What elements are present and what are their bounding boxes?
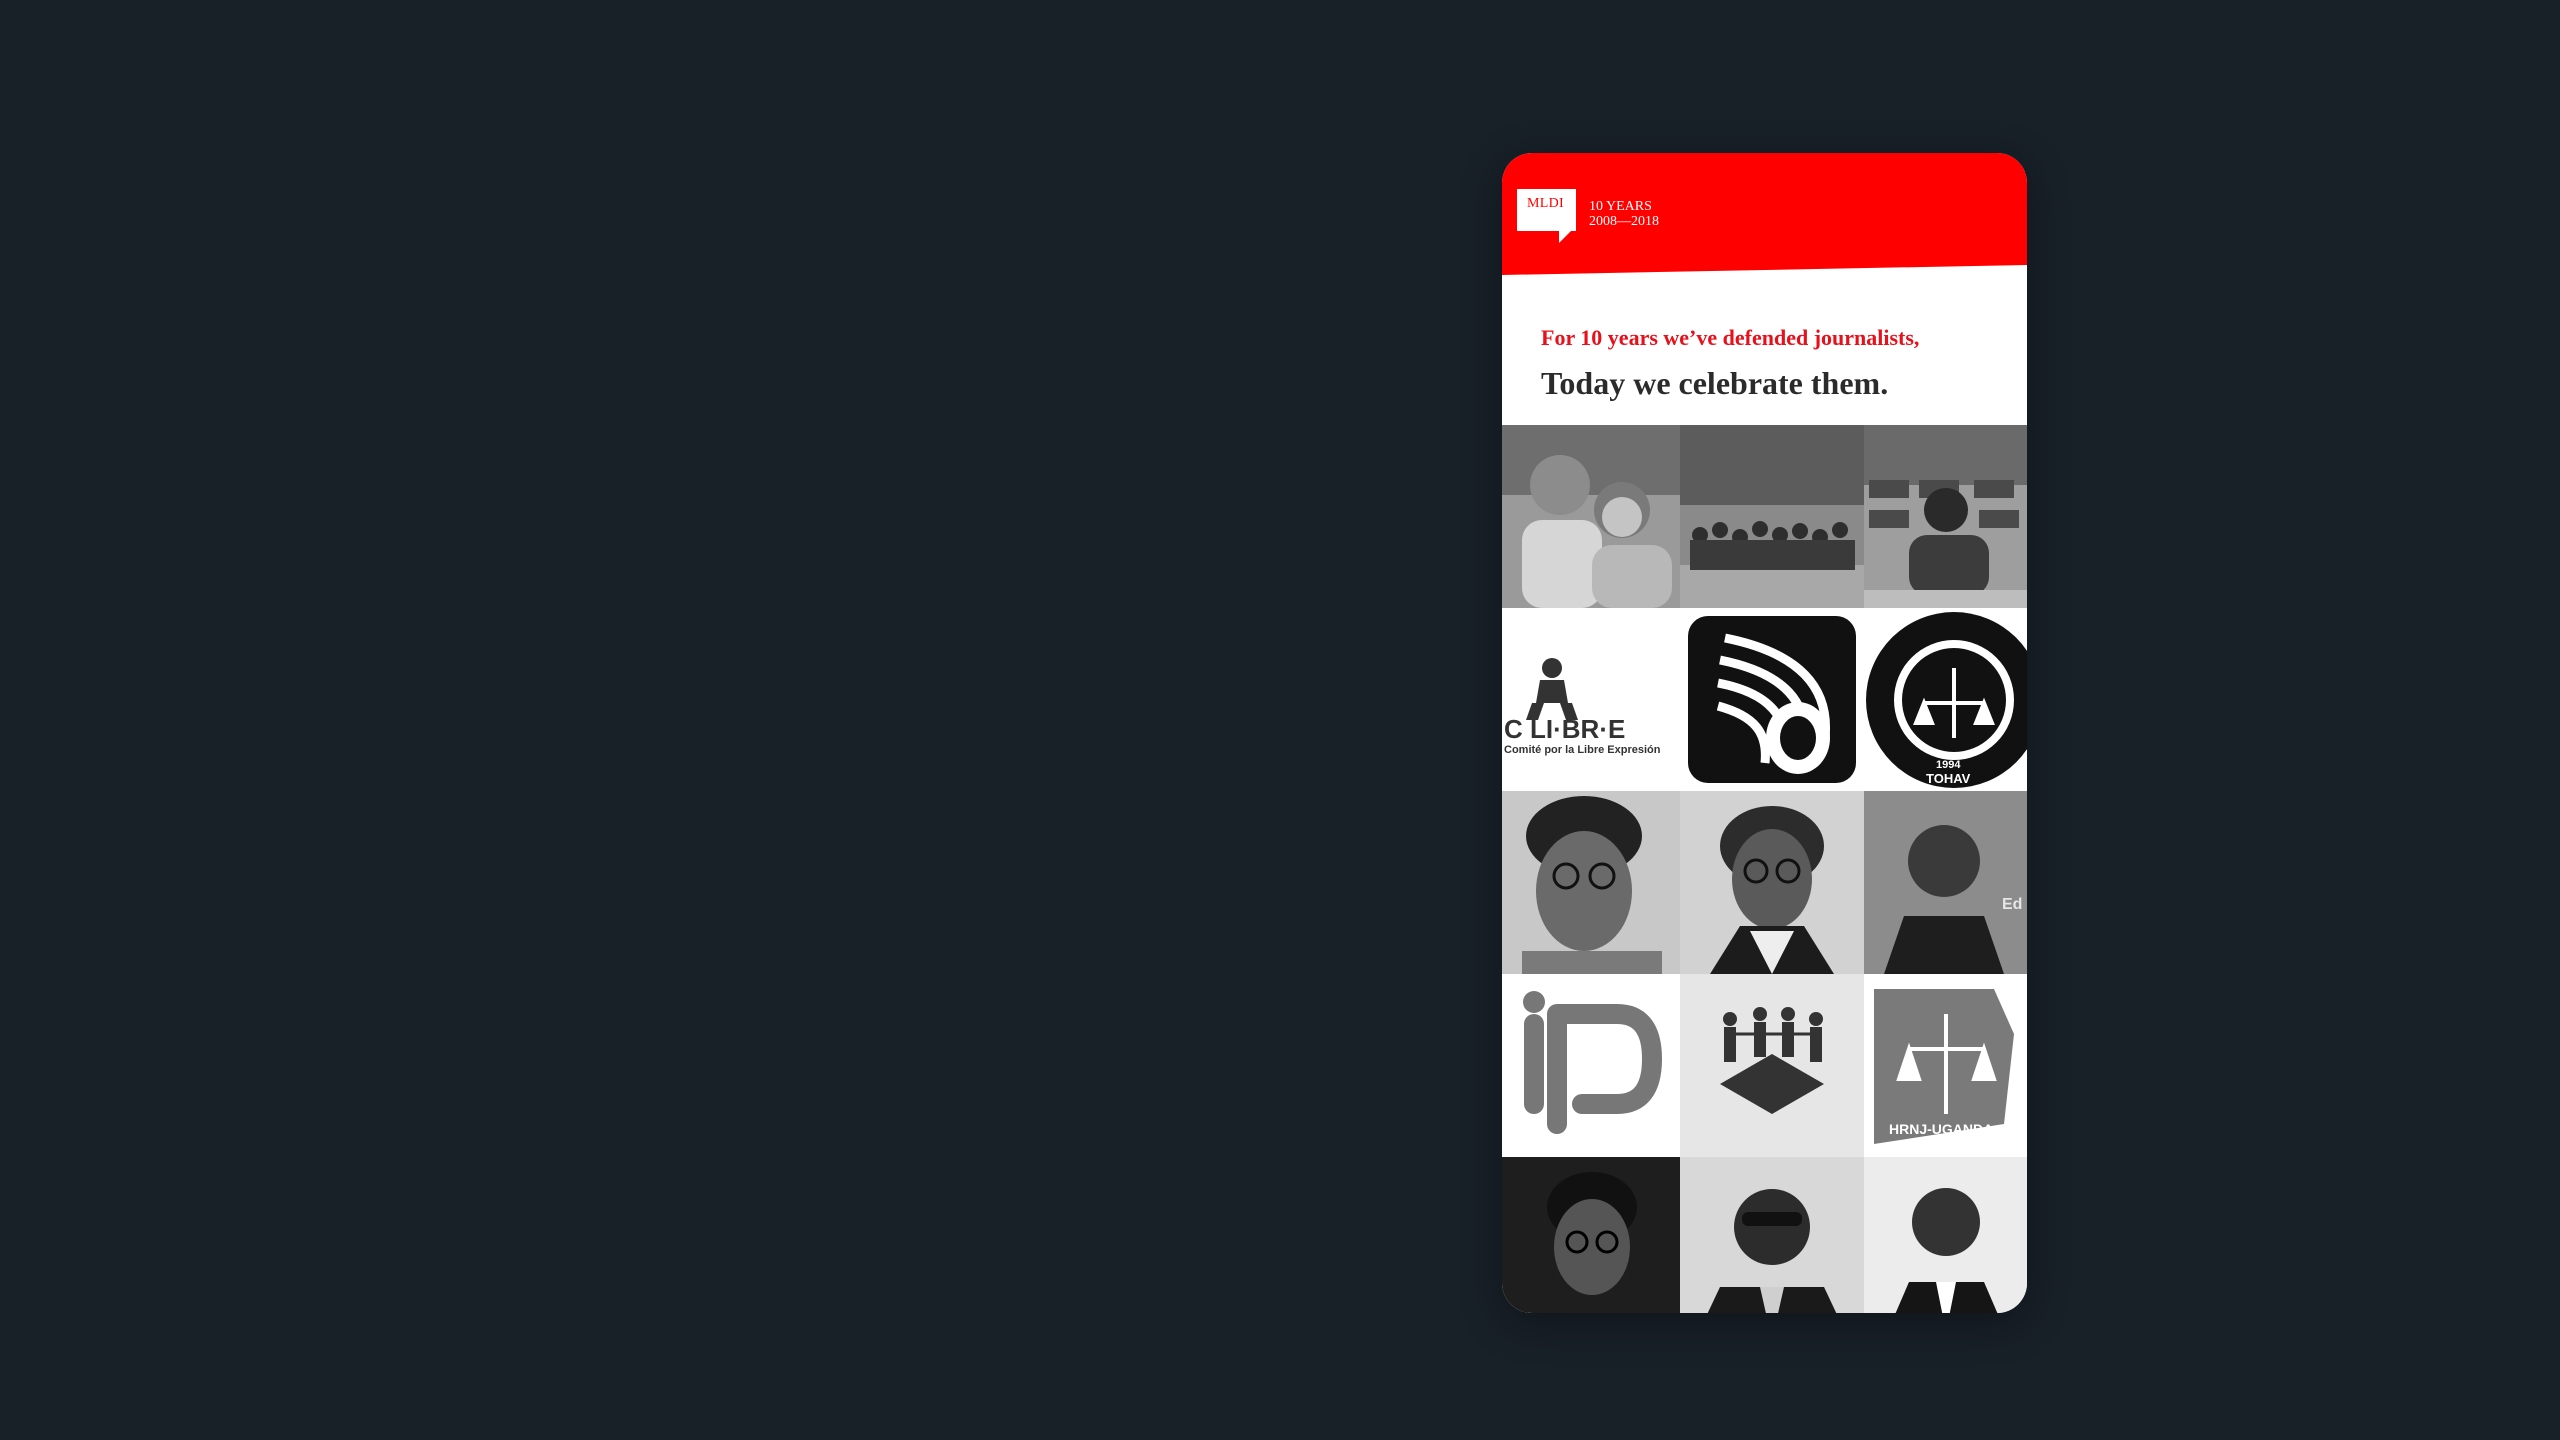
logo-cone[interactable] [1680, 608, 1864, 791]
photo-couple[interactable] [1502, 425, 1680, 608]
portrait-caption: Ed [2002, 896, 2022, 913]
svg-text:1994: 1994 [1936, 759, 1961, 771]
photo-couple-image [1502, 425, 1680, 608]
portrait-man-smiling[interactable]: Ed [1864, 791, 2027, 974]
portrait-man-smiling-image: Ed [1864, 791, 2027, 974]
people-platform-logo-image [1680, 974, 1864, 1157]
banner-diagonal-edge [1502, 265, 2027, 275]
portrait-man-suit-image [1680, 1157, 1864, 1313]
portrait-man-suit[interactable] [1680, 1157, 1864, 1313]
portrait-man-bald-image [1864, 1157, 2027, 1313]
anniversary-years: 10 YEARS [1589, 199, 1652, 214]
portrait-woman-headwrap[interactable] [1502, 791, 1680, 974]
phone-frame: MLDI 10 YEARS 2008—2018 For 10 years we’… [1502, 153, 2027, 1313]
portrait-woman-braids-image [1502, 1157, 1680, 1313]
ip-logo-image [1502, 974, 1680, 1157]
portrait-woman-glasses[interactable] [1680, 791, 1864, 974]
svg-text:HRNJ-UGANDA: HRNJ-UGANDA [1889, 1121, 1993, 1137]
clibre-logo-image: C LI·BR·E Comité por la Libre Expresión [1502, 608, 1680, 791]
svg-text:TOHAV: TOHAV [1926, 771, 1971, 786]
logo-clibre[interactable]: C LI·BR·E Comité por la Libre Expresión [1502, 608, 1680, 791]
mldi-logo[interactable]: MLDI [1517, 189, 1576, 231]
logo-speech-tail [1559, 231, 1571, 243]
photo-group-image [1680, 425, 1864, 608]
portrait-man-bald[interactable] [1864, 1157, 2027, 1313]
mldi-logo-text: MLDI [1527, 196, 1564, 211]
tohav-logo-image: 1994 TOHAV [1864, 608, 2027, 791]
portrait-woman-glasses-image [1680, 791, 1864, 974]
logo-people-platform[interactable] [1680, 974, 1864, 1157]
portrait-woman-braids[interactable] [1502, 1157, 1680, 1313]
portrait-woman-headwrap-image [1502, 791, 1680, 974]
logo-ip[interactable] [1502, 974, 1680, 1157]
logo-hrnj-uganda[interactable]: HRNJ-UGANDA [1864, 974, 2027, 1157]
intro-title: Today we celebrate them. [1541, 365, 1889, 401]
anniversary-label: 10 YEARS 2008—2018 [1589, 199, 1659, 229]
intro-subtitle: For 10 years we’ve defended journalists, [1541, 325, 1920, 350]
svg-text:C LI·BR·E: C LI·BR·E [1504, 714, 1625, 744]
photo-group[interactable] [1680, 425, 1864, 608]
hrnj-uganda-logo-image: HRNJ-UGANDA [1864, 974, 2027, 1157]
header-banner: MLDI 10 YEARS 2008—2018 [1502, 153, 2027, 275]
cone-logo-image [1680, 608, 1864, 791]
svg-text:Comité por la Libre Expresión: Comité por la Libre Expresión [1504, 744, 1661, 756]
anniversary-range: 2008—2018 [1589, 214, 1659, 229]
intro-heading: For 10 years we’ve defended journalists,… [1502, 275, 2027, 425]
photo-man-seated[interactable] [1864, 425, 2027, 608]
logo-tohav[interactable]: 1994 TOHAV [1864, 608, 2027, 791]
journalists-grid: C LI·BR·E Comité por la Libre Expresión [1502, 425, 2027, 1313]
photo-man-seated-image [1864, 425, 2027, 608]
